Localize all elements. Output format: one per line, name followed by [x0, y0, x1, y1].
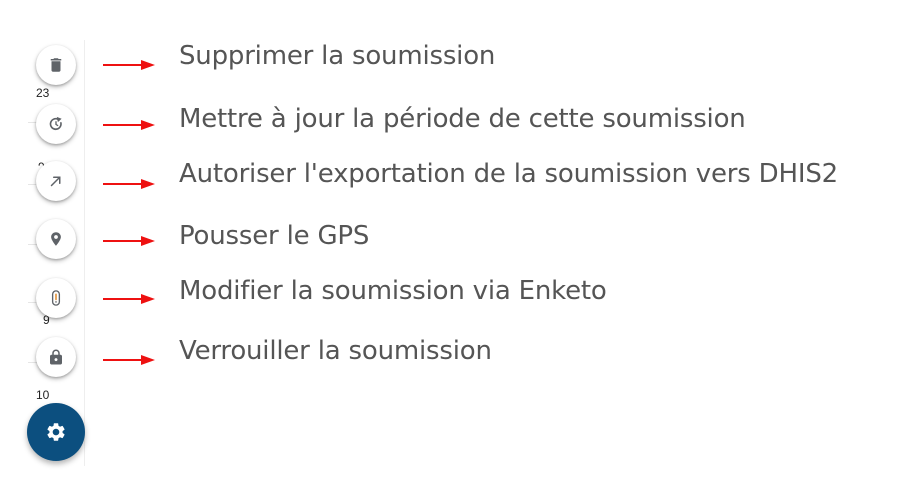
lock-submission-button[interactable] [36, 337, 76, 377]
table-cell-number: 23 [36, 86, 50, 100]
edit-via-enketo-label: Modifier la soumission via Enketo [179, 276, 607, 306]
push-gps-button[interactable] [36, 219, 76, 259]
settings-icon [47, 423, 65, 441]
lock-icon [50, 349, 62, 365]
refresh-icon [49, 116, 62, 131]
export-arrow-icon [50, 176, 61, 187]
allow-export-dhis2-label: Autoriser l'exportation de la soumission… [179, 159, 838, 189]
update-period-label: Mettre à jour la période de cette soumis… [179, 104, 746, 134]
red-arrow [103, 60, 155, 70]
push-gps-label: Pousser le GPS [179, 221, 370, 251]
red-arrow [103, 120, 155, 130]
red-arrow [103, 294, 155, 304]
red-arrow [103, 236, 155, 246]
location-pin-icon [51, 232, 61, 246]
red-arrow [103, 179, 155, 189]
actions-speed-dial-button[interactable] [27, 403, 85, 461]
table-cell-number: 10 [36, 388, 50, 402]
red-arrow [103, 355, 155, 365]
delete-icon [50, 58, 62, 72]
update-period-button[interactable] [36, 104, 76, 144]
lock-submission-label: Verrouiller la soumission [179, 336, 492, 366]
delete-submission-button[interactable] [36, 45, 76, 85]
edit-via-enketo-button[interactable] [36, 278, 76, 318]
delete-submission-label: Supprimer la soumission [179, 41, 496, 71]
enketo-icon [51, 290, 61, 306]
allow-export-dhis2-button[interactable] [36, 161, 76, 201]
column-divider [84, 40, 85, 466]
